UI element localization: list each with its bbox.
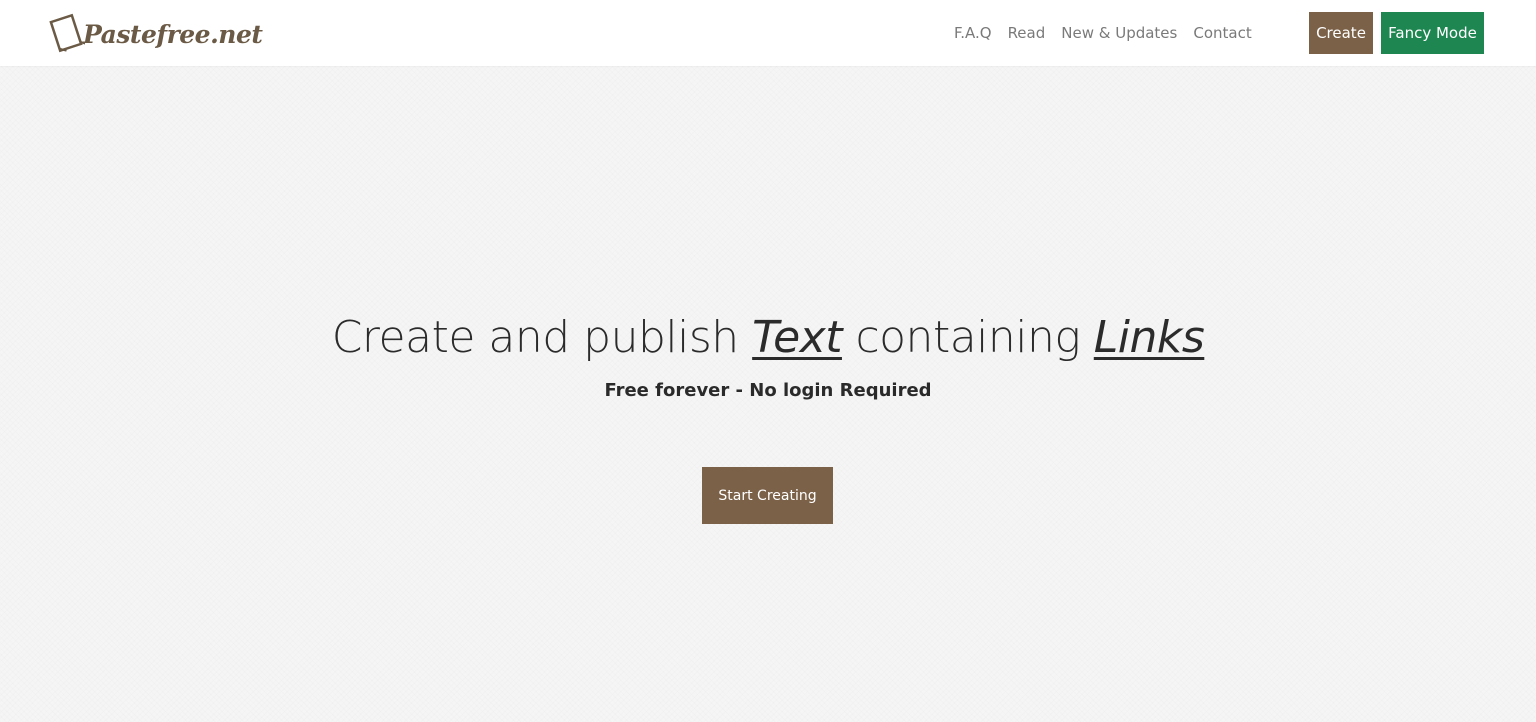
nav-link-faq[interactable]: F.A.Q [954, 24, 992, 42]
hero-title-part1: Create and publish [331, 312, 753, 363]
brand-logo-link[interactable]: Pastefree.net [47, 12, 263, 54]
hero-title-emphasis-text: Text [752, 312, 842, 363]
hero-title: Create and publish Text containing Links [0, 312, 1536, 363]
nav-link-contact[interactable]: Contact [1193, 24, 1251, 42]
nav-link-read[interactable]: Read [1008, 24, 1046, 42]
nav-links: F.A.Q Read New & Updates Contact [954, 0, 1268, 66]
fancy-mode-button[interactable]: Fancy Mode [1381, 12, 1484, 54]
nav-link-new-updates[interactable]: New & Updates [1061, 24, 1177, 42]
paper-sheet-logo-icon [47, 13, 86, 53]
brand-name: Pastefree.net [83, 19, 263, 49]
hero-title-part2: containing [841, 312, 1094, 363]
create-button[interactable]: Create [1309, 12, 1373, 54]
hero-subtitle: Free forever - No login Required [604, 380, 932, 401]
hero-title-emphasis-links: Links [1093, 312, 1205, 363]
start-creating-button[interactable]: Start Creating [702, 467, 833, 524]
top-navbar: Pastefree.net F.A.Q Read New & Updates C… [0, 0, 1536, 66]
